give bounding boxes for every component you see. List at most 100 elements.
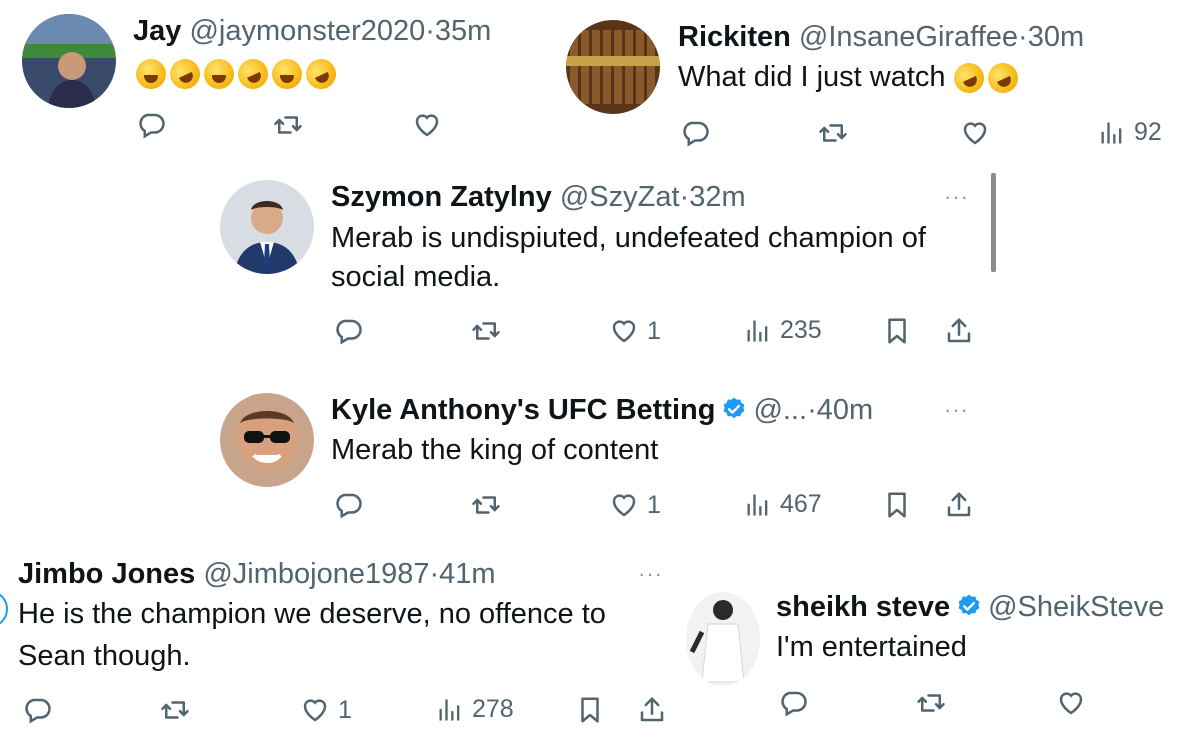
views-button[interactable]: 92 bbox=[1098, 118, 1162, 147]
reply-button[interactable] bbox=[333, 490, 363, 520]
share-icon bbox=[944, 490, 974, 520]
author-handle[interactable]: @... bbox=[753, 394, 807, 426]
like-button[interactable]: 1 bbox=[609, 316, 661, 346]
reply-icon bbox=[778, 688, 808, 718]
tweet-text-line-2: Sean though. bbox=[18, 640, 191, 672]
like-button[interactable] bbox=[960, 118, 990, 148]
rolling-on-floor-laughing-emoji bbox=[948, 58, 989, 99]
retweet-button[interactable] bbox=[160, 695, 190, 725]
retweet-icon bbox=[160, 695, 190, 725]
tweet-text-line-2: social media. bbox=[331, 261, 501, 293]
views-count: 235 bbox=[780, 316, 822, 344]
avatar[interactable] bbox=[686, 592, 760, 686]
author-handle[interactable]: @SzyZat bbox=[560, 181, 680, 213]
heart-icon bbox=[300, 695, 330, 725]
like-button[interactable] bbox=[1056, 688, 1086, 718]
views-button[interactable]: 467 bbox=[744, 490, 822, 519]
author-handle[interactable]: @InsaneGiraffee bbox=[799, 21, 1018, 53]
heart-icon bbox=[960, 118, 990, 148]
bookmark-icon bbox=[575, 695, 605, 725]
more-options-button[interactable]: ··· bbox=[944, 184, 969, 210]
rolling-on-floor-laughing-emoji bbox=[301, 54, 341, 95]
retweet-button[interactable] bbox=[471, 490, 501, 520]
author-name[interactable]: Jimbo Jones bbox=[18, 558, 195, 590]
separator: · bbox=[1018, 21, 1028, 53]
like-button[interactable] bbox=[412, 110, 442, 140]
retweet-icon bbox=[273, 110, 303, 140]
retweet-button[interactable] bbox=[273, 110, 303, 140]
author-name[interactable]: sheikh steve bbox=[776, 591, 950, 623]
retweet-button[interactable] bbox=[471, 316, 501, 346]
rolling-on-floor-laughing-emoji bbox=[165, 54, 205, 95]
bookmark-icon bbox=[882, 316, 912, 346]
views-icon bbox=[744, 491, 772, 519]
retweet-icon bbox=[471, 316, 501, 346]
face-with-tears-of-joy-emoji bbox=[272, 59, 302, 90]
like-button[interactable]: 1 bbox=[300, 695, 352, 725]
face-with-tears-of-joy-emoji bbox=[136, 59, 166, 90]
views-button[interactable]: 235 bbox=[744, 316, 822, 345]
views-icon bbox=[1098, 119, 1126, 147]
separator: · bbox=[425, 15, 435, 47]
heart-icon bbox=[412, 110, 442, 140]
author-name[interactable]: Rickiten bbox=[678, 21, 791, 53]
views-button[interactable]: 278 bbox=[436, 695, 514, 724]
avatar[interactable] bbox=[220, 393, 314, 487]
views-icon bbox=[436, 696, 464, 724]
share-icon bbox=[637, 695, 667, 725]
tweet-text-line-1: Merab is undispiuted, undefeated champio… bbox=[331, 222, 926, 254]
heart-icon bbox=[609, 490, 639, 520]
verified-badge-icon bbox=[721, 396, 747, 422]
reply-icon bbox=[333, 316, 363, 346]
avatar[interactable] bbox=[22, 14, 116, 108]
reply-icon bbox=[680, 118, 710, 148]
likes-count: 1 bbox=[647, 490, 661, 519]
bookmark-icon bbox=[882, 490, 912, 520]
reply-button[interactable] bbox=[136, 110, 166, 140]
views-count: 467 bbox=[780, 490, 822, 518]
author-name[interactable]: Szymon Zatylny bbox=[331, 181, 552, 213]
share-button[interactable] bbox=[944, 490, 974, 520]
views-count: 92 bbox=[1134, 118, 1162, 146]
bookmark-button[interactable] bbox=[882, 316, 912, 346]
rolling-on-floor-laughing-emoji bbox=[233, 54, 273, 95]
more-options-button[interactable]: ··· bbox=[944, 397, 969, 423]
avatar[interactable] bbox=[220, 180, 314, 274]
heart-icon bbox=[609, 316, 639, 346]
views-count: 278 bbox=[472, 695, 514, 723]
tweet-text: I'm entertained bbox=[776, 631, 967, 663]
tweet-text: Merab the king of content bbox=[331, 434, 659, 466]
face-with-tears-of-joy-emoji bbox=[204, 59, 234, 90]
like-button[interactable]: 1 bbox=[609, 490, 661, 520]
reply-button[interactable] bbox=[680, 118, 710, 148]
retweet-button[interactable] bbox=[818, 118, 848, 148]
likes-count: 1 bbox=[338, 695, 352, 724]
timestamp[interactable]: 41m bbox=[439, 558, 495, 590]
scrollbar[interactable] bbox=[991, 173, 996, 272]
tweet-text bbox=[136, 54, 341, 95]
author-name[interactable]: Jay bbox=[133, 15, 181, 47]
bookmark-button[interactable] bbox=[882, 490, 912, 520]
reply-button[interactable] bbox=[778, 688, 808, 718]
separator: · bbox=[429, 558, 440, 590]
timestamp[interactable]: 35m bbox=[435, 15, 491, 47]
reply-button[interactable] bbox=[22, 695, 52, 725]
author-handle[interactable]: @Jimbojone1987 bbox=[203, 558, 429, 590]
author-name[interactable]: Kyle Anthony's UFC Betting bbox=[331, 394, 715, 426]
retweet-icon bbox=[916, 688, 946, 718]
share-button[interactable] bbox=[944, 316, 974, 346]
share-button[interactable] bbox=[637, 695, 667, 725]
author-handle[interactable]: @SheikSteve bbox=[988, 591, 1164, 623]
retweet-button[interactable] bbox=[916, 688, 946, 718]
timestamp[interactable]: 30m bbox=[1028, 21, 1084, 53]
separator: · bbox=[807, 394, 817, 426]
avatar[interactable] bbox=[0, 590, 8, 628]
avatar[interactable] bbox=[566, 20, 660, 114]
author-handle[interactable]: @jaymonster2020 bbox=[189, 15, 425, 47]
reply-icon bbox=[136, 110, 166, 140]
bookmark-button[interactable] bbox=[575, 695, 605, 725]
timestamp[interactable]: 40m bbox=[817, 394, 873, 426]
more-options-button[interactable]: ··· bbox=[638, 561, 663, 587]
timestamp[interactable]: 32m bbox=[689, 181, 745, 213]
reply-button[interactable] bbox=[333, 316, 363, 346]
